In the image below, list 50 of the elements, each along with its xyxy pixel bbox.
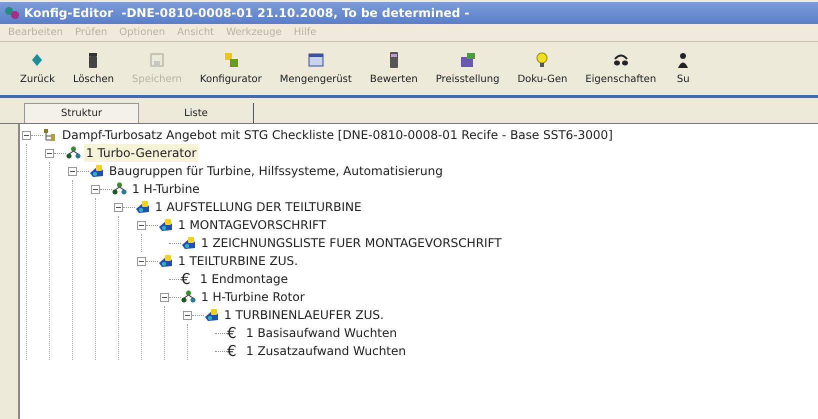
collapse-toggle[interactable]: [114, 202, 123, 212]
people-group-icon: [181, 290, 196, 304]
toolbar-button[interactable]: Su: [666, 50, 700, 86]
toolbar-button[interactable]: Zurück: [12, 50, 63, 86]
toolbar-button[interactable]: Doku-Gen: [509, 50, 576, 86]
tree-item[interactable]: 1 MONTAGEVORSCHRIFT: [176, 216, 328, 234]
collapse-toggle[interactable]: [137, 220, 146, 230]
app-logo-icon: [4, 6, 20, 20]
tree-item[interactable]: 1 ZEICHNUNGSLISTE FUER MONTAGEVORSCHRIFT: [199, 234, 504, 252]
tab[interactable]: Struktur: [24, 103, 139, 123]
module-icon: [158, 254, 173, 268]
tree-item[interactable]: 1 TURBINENLAEUFER ZUS.: [222, 306, 386, 324]
toolbar-button[interactable]: Konfigurator: [192, 50, 270, 86]
collapse-toggle[interactable]: [45, 148, 54, 158]
euro-icon: €: [181, 272, 195, 286]
euro-icon: €: [227, 326, 241, 340]
tree-item[interactable]: 1 TEILTURBINE ZUS.: [176, 252, 300, 270]
collapse-toggle[interactable]: [68, 166, 77, 176]
toolbar-button[interactable]: Bewerten: [362, 50, 426, 86]
save-icon: [148, 50, 166, 68]
hierarchy-icon: [43, 128, 57, 142]
tree-item[interactable]: 1 Zusatzaufwand Wuchten: [244, 342, 408, 360]
collapse-toggle[interactable]: [160, 292, 169, 302]
tree-item[interactable]: 1 H-Turbine Rotor: [199, 288, 307, 306]
module-icon: [89, 164, 104, 178]
collapse-toggle[interactable]: [183, 310, 192, 320]
euro-icon: €: [227, 344, 241, 358]
tree-item[interactable]: 1 Turbo-Generator: [84, 144, 198, 162]
people-group-icon: [112, 182, 127, 196]
module-icon: [181, 236, 196, 250]
module-icon: [158, 218, 173, 232]
tree-item[interactable]: Baugruppen für Turbine, Hilfssysteme, Automatisierung: [107, 162, 445, 180]
collapse-toggle[interactable]: [22, 130, 31, 140]
tree-item[interactable]: 1 Basisaufwand Wuchten: [244, 324, 399, 342]
tree-item[interactable]: 1 H-Turbine: [130, 180, 202, 198]
module-icon: [135, 200, 150, 214]
table-icon: [306, 50, 325, 68]
collapse-toggle[interactable]: [91, 184, 100, 194]
tree-item[interactable]: 1 Endmontage: [198, 270, 290, 288]
toolbar-button[interactable]: Eigenschaften: [577, 50, 664, 86]
tree-item[interactable]: 1 AUFSTELLUNG DER TEILTURBINE: [153, 198, 364, 216]
toolbar-button[interactable]: Löschen: [64, 50, 122, 86]
people-group-icon: [66, 146, 81, 160]
toolbar-button[interactable]: Preisstellung: [428, 50, 508, 86]
folder-icon: [458, 50, 477, 68]
module-icon: [204, 308, 219, 322]
window-title: Konfig-Editor -DNE-0810-0008-01 21.10.2008, To be determined -: [24, 5, 470, 22]
tree-item[interactable]: Dampf-Turbosatz Angebot mit STG Checkliste [DNE-0810-0008-01 Recife - Base SST6-3000]: [60, 126, 615, 144]
collapse-toggle[interactable]: [137, 256, 146, 266]
toolbar-button[interactable]: Mengengerüst: [272, 50, 360, 86]
